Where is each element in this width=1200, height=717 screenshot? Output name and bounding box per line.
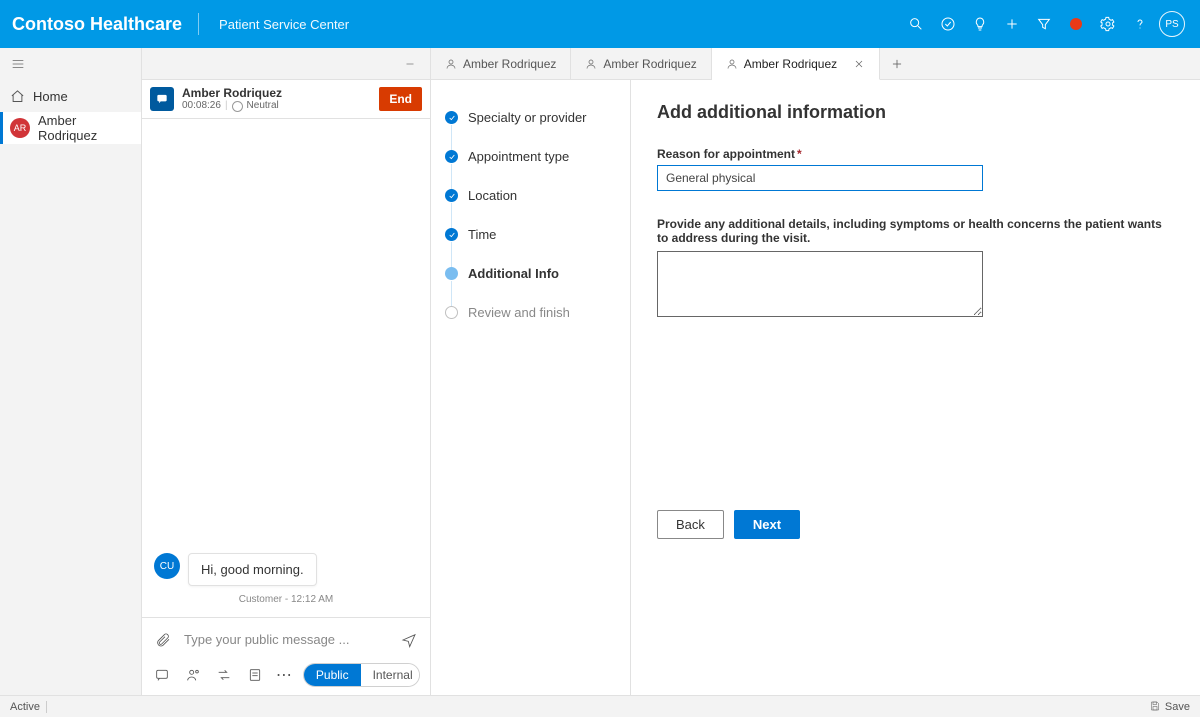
topbar-divider	[198, 13, 199, 35]
message-row: CU Hi, good morning.	[154, 553, 418, 586]
tab-amber-3[interactable]: Amber Rodriquez	[712, 48, 880, 80]
module-subtitle: Patient Service Center	[203, 17, 349, 32]
record-indicator-icon[interactable]	[1060, 8, 1092, 40]
more-options-icon[interactable]: ⋯	[276, 665, 293, 685]
attach-icon[interactable]	[152, 629, 174, 651]
tab-amber-1[interactable]: Amber Rodriquez	[431, 48, 571, 79]
reason-input[interactable]	[657, 165, 983, 191]
user-avatar[interactable]: PS	[1156, 8, 1188, 40]
customer-avatar: CU	[154, 553, 180, 579]
filter-icon[interactable]	[1028, 8, 1060, 40]
details-textarea[interactable]	[657, 251, 983, 317]
step-appointment-type[interactable]: Appointment type	[445, 137, 616, 176]
new-tab-button[interactable]	[880, 48, 914, 79]
home-icon	[10, 89, 25, 104]
transfer-icon[interactable]	[214, 664, 235, 686]
session-duration: 00:08:26	[182, 100, 221, 112]
tab-strip: Amber Rodriquez Amber Rodriquez Amber Ro…	[431, 48, 1200, 80]
send-icon[interactable]	[398, 629, 420, 651]
nav-session-label: Amber Rodriquez	[38, 113, 131, 143]
step-time[interactable]: Time	[445, 215, 616, 254]
consult-icon[interactable]	[183, 664, 204, 686]
help-icon[interactable]	[1124, 8, 1156, 40]
toggle-public[interactable]: Public	[304, 664, 361, 686]
tab-amber-2[interactable]: Amber Rodriquez	[571, 48, 711, 79]
visibility-toggle: Public Internal	[303, 663, 420, 687]
add-icon[interactable]	[996, 8, 1028, 40]
conversation-header	[142, 48, 430, 80]
nav-session-amber[interactable]: AR Amber Rodriquez	[0, 112, 141, 144]
form-title: Add additional information	[657, 102, 1174, 123]
tab-label: Amber Rodriquez	[463, 57, 556, 71]
person-icon	[726, 58, 738, 70]
step-additional-info[interactable]: Additional Info	[445, 254, 616, 293]
message-list[interactable]: CU Hi, good morning. Customer - 12:12 AM	[142, 119, 430, 617]
end-button[interactable]: End	[379, 87, 422, 111]
nav-home[interactable]: Home	[0, 80, 141, 112]
status-text: Active	[10, 701, 40, 713]
session-name: Amber Rodriquez	[182, 86, 371, 100]
session-avatar: AR	[10, 118, 30, 138]
nav-home-label: Home	[33, 89, 68, 104]
session-card: Amber Rodriquez 00:08:26 | Neutral End	[142, 80, 430, 119]
quick-reply-icon[interactable]	[152, 664, 173, 686]
status-bar: Active Save	[0, 695, 1200, 717]
compose-area: ⋯ Public Internal	[142, 617, 430, 695]
form-content: Add additional information Reason for ap…	[631, 80, 1200, 695]
next-button[interactable]: Next	[734, 510, 800, 539]
step-review-finish[interactable]: Review and finish	[445, 293, 616, 332]
plus-icon	[890, 57, 904, 71]
compose-input[interactable]	[184, 626, 388, 653]
notes-icon[interactable]	[245, 664, 266, 686]
brand-title: Contoso Healthcare	[12, 14, 198, 35]
details-label: Provide any additional details, includin…	[657, 217, 1174, 245]
message-bubble: Hi, good morning.	[188, 553, 317, 586]
session-sentiment: Neutral	[247, 100, 279, 112]
tab-label: Amber Rodriquez	[603, 57, 696, 71]
sentiment-neutral-icon	[232, 101, 243, 112]
person-icon	[445, 58, 457, 70]
reason-label: Reason for appointment*	[657, 147, 1174, 161]
settings-icon[interactable]	[1092, 8, 1124, 40]
task-check-icon[interactable]	[932, 8, 964, 40]
wizard-stepper: Specialty or provider Appointment type L…	[431, 80, 631, 695]
topbar: Contoso Healthcare Patient Service Cente…	[0, 0, 1200, 48]
step-location[interactable]: Location	[445, 176, 616, 215]
step-specialty[interactable]: Specialty or provider	[445, 98, 616, 137]
back-button[interactable]: Back	[657, 510, 724, 539]
person-icon	[585, 58, 597, 70]
save-button[interactable]: Save	[1149, 700, 1190, 713]
search-icon[interactable]	[900, 8, 932, 40]
minimize-icon[interactable]	[398, 52, 422, 76]
conversation-panel: Amber Rodriquez 00:08:26 | Neutral End C…	[142, 48, 431, 695]
main-area: Amber Rodriquez Amber Rodriquez Amber Ro…	[431, 48, 1200, 695]
hamburger-icon[interactable]	[0, 48, 141, 80]
close-icon[interactable]	[853, 58, 865, 70]
tab-label: Amber Rodriquez	[744, 57, 837, 71]
chat-channel-icon	[150, 87, 174, 111]
save-icon	[1149, 700, 1161, 712]
message-timestamp: Customer - 12:12 AM	[154, 594, 418, 605]
toggle-internal[interactable]: Internal	[361, 664, 420, 686]
lightbulb-icon[interactable]	[964, 8, 996, 40]
left-nav: Home AR Amber Rodriquez	[0, 48, 142, 695]
